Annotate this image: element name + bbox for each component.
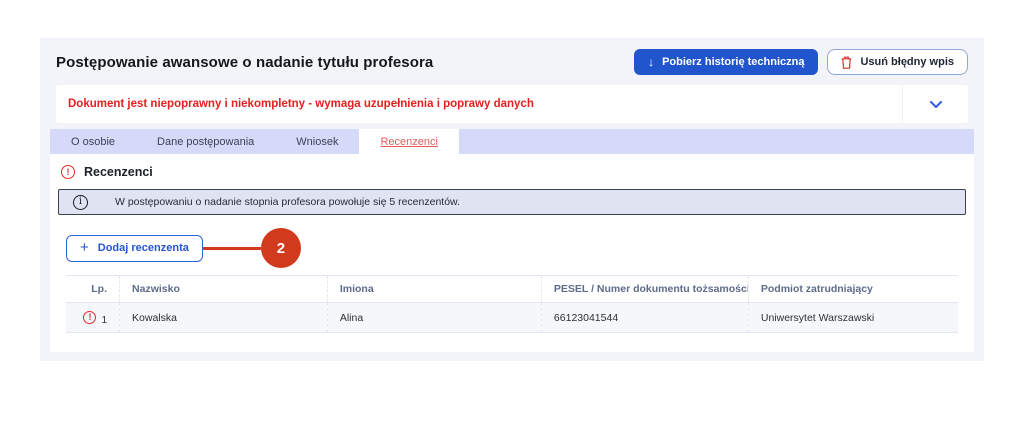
section-heading: ! Recenzenci [50, 154, 974, 189]
cell-podmiot: Uniwersytet Warszawski [748, 303, 958, 333]
info-box: i W postępowaniu o nadanie stopnia profe… [58, 189, 966, 215]
column-header-nazwisko: Nazwisko [120, 276, 328, 303]
tab-dane-postepowania[interactable]: Dane postępowania [136, 129, 275, 154]
plus-icon: + [80, 239, 89, 256]
cell-pesel: 66123041544 [541, 303, 748, 333]
table-header-row: Lp. Nazwisko Imiona PESEL / Numer dokume… [66, 276, 958, 303]
delete-button-label: Usuń błędny wpis [860, 56, 954, 68]
actions-row: + Dodaj recenzenta 2 [66, 228, 958, 268]
info-text: W postępowaniu o nadanie stopnia profeso… [115, 196, 460, 208]
tab-recenzenci[interactable]: Recenzenci [359, 129, 458, 154]
column-header-imiona: Imiona [327, 276, 541, 303]
column-header-podmiot: Podmiot zatrudniający [748, 276, 958, 303]
add-reviewer-button[interactable]: + Dodaj recenzenta [66, 235, 203, 262]
column-header-lp: Lp. [66, 276, 120, 303]
trash-icon [841, 56, 852, 69]
tab-bar: O osobie Dane postępowania Wniosek Recen… [50, 129, 974, 154]
add-reviewer-label: Dodaj recenzenta [98, 242, 189, 254]
chevron-down-icon [929, 100, 943, 109]
card-header: Postępowanie awansowe o nadanie tytułu p… [40, 38, 984, 85]
alert-expand-toggle[interactable] [902, 85, 968, 123]
annotation-step-badge: 2 [261, 228, 301, 268]
download-button-label: Pobierz historię techniczną [662, 56, 804, 68]
tab-o-osobie[interactable]: O osobie [50, 129, 136, 154]
section-error-icon: ! [61, 165, 75, 179]
download-technical-history-button[interactable]: ↓ Pobierz historię techniczną [634, 49, 818, 75]
column-header-pesel: PESEL / Numer dokumentu tożsamości [541, 276, 748, 303]
annotation-line [203, 247, 261, 250]
header-actions: ↓ Pobierz historię techniczną Usuń błędn… [634, 49, 968, 75]
row-error-icon: ! [83, 311, 96, 324]
cell-nazwisko: Kowalska [120, 303, 328, 333]
row-number: 1 [101, 315, 107, 326]
table-row[interactable]: ! 1 Kowalska Alina 66123041544 Uniwersyt… [66, 303, 958, 333]
document-error-accordion[interactable]: Dokument jest niepoprawny i niekompletny… [56, 85, 968, 123]
download-icon: ↓ [648, 55, 654, 69]
section-title: Recenzenci [84, 165, 153, 179]
cell-imiona: Alina [327, 303, 541, 333]
page-title: Postępowanie awansowe o nadanie tytułu p… [56, 54, 433, 71]
tab-wniosek[interactable]: Wniosek [275, 129, 359, 154]
delete-invalid-entry-button[interactable]: Usuń błędny wpis [827, 49, 968, 75]
content-panel: O osobie Dane postępowania Wniosek Recen… [50, 129, 974, 352]
procedure-card: Postępowanie awansowe o nadanie tytułu p… [40, 38, 984, 361]
alert-message: Dokument jest niepoprawny i niekompletny… [56, 85, 902, 123]
info-icon: i [73, 195, 88, 210]
cell-lp: ! 1 [66, 303, 120, 333]
reviewers-table: Lp. Nazwisko Imiona PESEL / Numer dokume… [66, 275, 958, 333]
